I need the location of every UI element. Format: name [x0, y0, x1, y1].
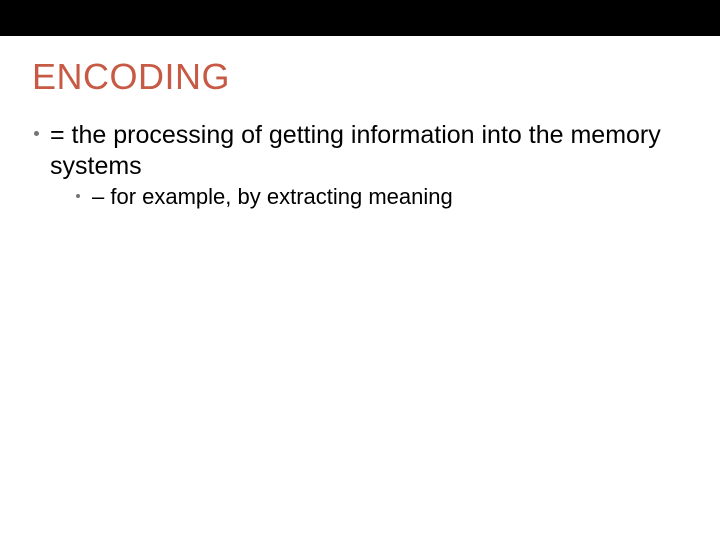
- bullet-level-1: = the processing of getting information …: [32, 120, 688, 211]
- bullet-text: – for example, by extracting meaning: [92, 184, 453, 209]
- bullet-level-2: – for example, by extracting meaning: [72, 183, 688, 212]
- slide-content: ENCODING = the processing of getting inf…: [0, 36, 720, 211]
- bullet-dot-icon: [34, 131, 39, 136]
- bullet-dot-icon: [76, 194, 80, 198]
- bullet-list: = the processing of getting information …: [32, 120, 688, 211]
- bullet-text: = the processing of getting information …: [50, 121, 661, 180]
- top-black-bar: [0, 0, 720, 36]
- slide-title: ENCODING: [32, 56, 688, 98]
- sub-bullet-list: – for example, by extracting meaning: [50, 183, 688, 212]
